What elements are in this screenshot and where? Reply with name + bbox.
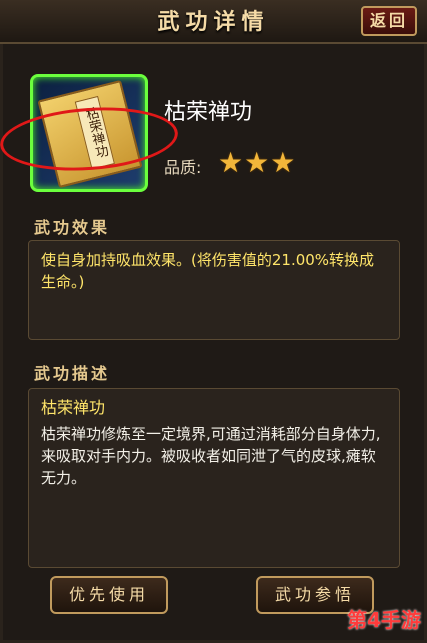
effect-text: 使自身加持吸血效果。(将伤害值的21.00%转换成生命。) <box>41 251 375 291</box>
quality-stars: ★★★ <box>218 146 297 179</box>
skill-name: 枯荣禅功 <box>164 100 253 125</box>
description-text: 枯荣禅功修炼至一定境界,可通过消耗部分自身体力,来吸取对手内力。被吸收者如同泄了… <box>41 425 381 487</box>
watermark: 第4手游 <box>347 608 421 632</box>
effect-panel: 使自身加持吸血效果。(将伤害值的21.00%转换成生命。) <box>28 240 400 340</box>
quality-label: 品质: <box>164 158 202 177</box>
use-first-button[interactable]: 优先使用 <box>50 576 168 614</box>
description-section-title: 武功描述 <box>34 364 111 383</box>
description-panel: 枯荣禅功 枯荣禅功修炼至一定境界,可通过消耗部分自身体力,来吸取对手内力。被吸收… <box>28 388 400 568</box>
effect-section-title: 武功效果 <box>34 218 111 237</box>
description-skill-name: 枯荣禅功 <box>41 398 106 417</box>
back-button[interactable]: 返回 <box>361 6 417 36</box>
